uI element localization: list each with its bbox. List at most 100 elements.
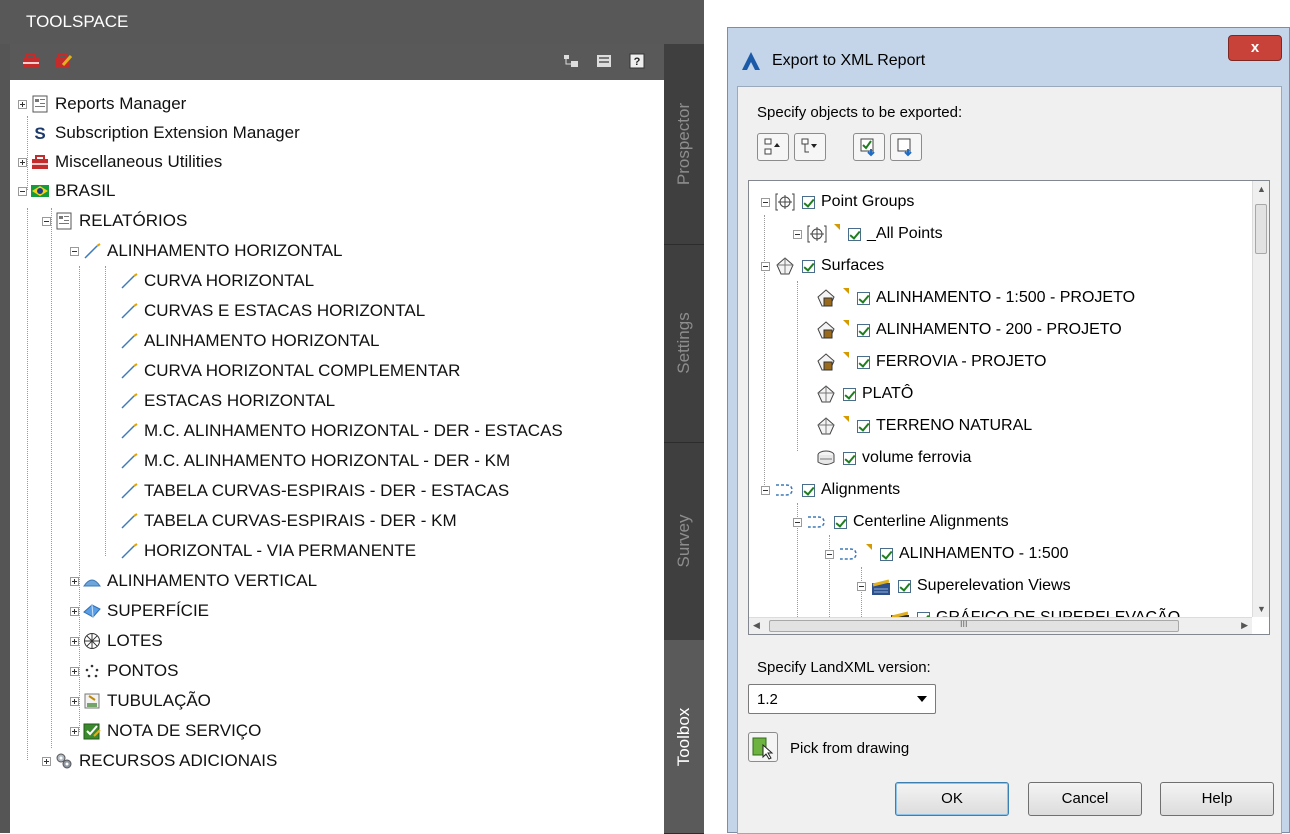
scroll-right-icon[interactable]: ▶ bbox=[1241, 620, 1248, 631]
tree-item-tubulacao[interactable]: TUBULAÇÃO bbox=[70, 686, 211, 716]
cancel-button[interactable]: Cancel bbox=[1028, 782, 1142, 816]
expand-toggle[interactable] bbox=[42, 756, 51, 766]
collapse-toggle[interactable] bbox=[857, 581, 866, 591]
expand-toggle[interactable] bbox=[70, 696, 79, 706]
help-icon[interactable]: ? bbox=[628, 53, 646, 69]
tree-item-horizontal-via-permanente[interactable]: HORIZONTAL - VIA PERMANENTE bbox=[120, 536, 416, 566]
checkbox[interactable] bbox=[880, 547, 893, 561]
tab-settings[interactable]: Settings bbox=[664, 244, 704, 443]
checkbox[interactable] bbox=[898, 579, 911, 593]
checkbox[interactable] bbox=[843, 451, 856, 465]
collapse-all-button[interactable] bbox=[757, 133, 789, 161]
checkbox[interactable] bbox=[802, 259, 815, 273]
help-button[interactable]: Help bbox=[1160, 782, 1274, 816]
tree-item-nota-de-servico[interactable]: NOTA DE SERVIÇO bbox=[70, 716, 261, 746]
tree-item-brasil[interactable]: BRASIL bbox=[18, 176, 115, 206]
tree-item-alinhamento-1-500[interactable]: ALINHAMENTO - 1:500 bbox=[825, 539, 1069, 569]
expand-toggle[interactable] bbox=[70, 636, 79, 646]
checkbox[interactable] bbox=[802, 195, 815, 209]
tree-item-ferrovia-projeto[interactable]: FERROVIA - PROJETO bbox=[815, 347, 1046, 377]
tree-item-curva-horizontal[interactable]: CURVA HORIZONTAL bbox=[120, 266, 314, 296]
checkbox[interactable] bbox=[857, 419, 870, 433]
tree-item-mc-alinhamento-der-estacas[interactable]: M.C. ALINHAMENTO HORIZONTAL - DER - ESTA… bbox=[120, 416, 563, 446]
tree-item-surfaces[interactable]: Surfaces bbox=[761, 251, 884, 281]
toolspace-titlebar[interactable]: TOOLSPACE bbox=[0, 0, 704, 44]
scroll-up-icon[interactable]: ▲ bbox=[1257, 184, 1266, 194]
tree-item-volume-ferrovia[interactable]: volume ferrovia bbox=[815, 443, 971, 473]
tree-item-point-groups[interactable]: Point Groups bbox=[761, 187, 914, 217]
tree-item-alignments[interactable]: Alignments bbox=[761, 475, 900, 505]
tree-item-alinhamento-horizontal[interactable]: ALINHAMENTO HORIZONTAL bbox=[70, 236, 343, 266]
scroll-down-icon[interactable]: ▼ bbox=[1257, 604, 1266, 614]
expand-toggle[interactable] bbox=[70, 726, 79, 736]
collapse-toggle[interactable] bbox=[70, 246, 79, 256]
tree-item-lotes[interactable]: LOTES bbox=[70, 626, 163, 656]
collapse-toggle[interactable] bbox=[761, 197, 770, 207]
dialog-titlebar[interactable]: Export to XML Report x bbox=[728, 28, 1290, 86]
checkbox[interactable] bbox=[843, 387, 856, 401]
toolspace-tabs: Prospector Settings Survey Toolbox bbox=[664, 44, 704, 834]
tree-item-superelevation-views[interactable]: Superelevation Views bbox=[857, 571, 1071, 601]
tree-item-mc-alinhamento-der-km[interactable]: M.C. ALINHAMENTO HORIZONTAL - DER - KM bbox=[120, 446, 510, 476]
tree-item-superficie[interactable]: SUPERFÍCIE bbox=[70, 596, 209, 626]
close-button[interactable]: x bbox=[1228, 35, 1282, 61]
tree-item-alinhamento-vertical[interactable]: ALINHAMENTO VERTICAL bbox=[70, 566, 317, 596]
tree-item-tabela-curvas-espirais-estacas[interactable]: TABELA CURVAS-ESPIRAIS - DER - ESTACAS bbox=[120, 476, 509, 506]
tab-toolbox[interactable]: Toolbox bbox=[664, 640, 704, 834]
expand-toggle[interactable] bbox=[70, 576, 79, 586]
tree-item-curva-horizontal-complementar[interactable]: CURVA HORIZONTAL COMPLEMENTAR bbox=[120, 356, 460, 386]
collapse-toggle[interactable] bbox=[793, 517, 802, 527]
checkbox[interactable] bbox=[848, 227, 861, 241]
expand-toggle[interactable] bbox=[70, 606, 79, 616]
checkbox[interactable] bbox=[834, 515, 847, 529]
tree-item-alinhamento-200-projeto[interactable]: ALINHAMENTO - 200 - PROJETO bbox=[815, 315, 1122, 345]
tree-item-miscellaneous-utilities[interactable]: Miscellaneous Utilities bbox=[18, 147, 222, 177]
tree-view-icon[interactable] bbox=[562, 53, 580, 69]
item-view-icon[interactable] bbox=[595, 53, 613, 69]
scrollbar-thumb[interactable]: III bbox=[769, 619, 1179, 632]
tree-item-pontos[interactable]: PONTOS bbox=[70, 656, 178, 686]
tree-item-alinhamento-horizontal-report[interactable]: ALINHAMENTO HORIZONTAL bbox=[120, 326, 380, 356]
checkbox[interactable] bbox=[857, 291, 870, 305]
tree-item-all-points[interactable]: _All Points bbox=[793, 219, 943, 249]
edit-toolbox-icon[interactable] bbox=[54, 53, 73, 69]
tree-item-recursos-adicionais[interactable]: RECURSOS ADICIONAIS bbox=[42, 746, 277, 776]
select-all-button[interactable] bbox=[853, 133, 885, 161]
collapse-toggle[interactable] bbox=[42, 216, 51, 226]
expand-toggle[interactable] bbox=[70, 666, 79, 676]
tree-item-reports-manager[interactable]: Reports Manager bbox=[18, 89, 186, 119]
collapse-toggle[interactable] bbox=[825, 549, 834, 559]
vertical-scrollbar[interactable]: ▲ ▼ bbox=[1252, 181, 1269, 617]
tree-item-estacas-horizontal[interactable]: ESTACAS HORIZONTAL bbox=[120, 386, 335, 416]
tree-item-tabela-curvas-espirais-km[interactable]: TABELA CURVAS-ESPIRAIS - DER - KM bbox=[120, 506, 457, 536]
collapse-toggle[interactable] bbox=[761, 261, 770, 271]
tab-prospector[interactable]: Prospector bbox=[664, 44, 704, 245]
tree-item-subscription-extension-manager[interactable]: S Subscription Extension Manager bbox=[31, 118, 299, 148]
horizontal-scrollbar[interactable]: ◀ III ▶ bbox=[749, 617, 1252, 634]
tree-item-centerline-alignments[interactable]: Centerline Alignments bbox=[793, 507, 1009, 537]
landxml-version-select[interactable]: 1.2 bbox=[748, 684, 936, 714]
collapse-toggle[interactable] bbox=[18, 186, 27, 196]
collapse-toggle[interactable] bbox=[761, 485, 770, 495]
tree-item-curvas-e-estacas-horizontal[interactable]: CURVAS E ESTACAS HORIZONTAL bbox=[120, 296, 425, 326]
ok-button[interactable]: OK bbox=[895, 782, 1009, 816]
tree-item-label: Miscellaneous Utilities bbox=[55, 152, 223, 171]
scroll-left-icon[interactable]: ◀ bbox=[753, 620, 760, 631]
pick-from-drawing-button[interactable] bbox=[748, 732, 778, 762]
tree-item-alinhamento-1-500-projeto[interactable]: ALINHAMENTO - 1:500 - PROJETO bbox=[815, 283, 1135, 313]
expand-toggle[interactable] bbox=[18, 99, 27, 109]
expand-toggle[interactable] bbox=[18, 157, 27, 167]
checkbox[interactable] bbox=[857, 323, 870, 337]
expand-all-button[interactable] bbox=[794, 133, 826, 161]
checkbox[interactable] bbox=[857, 355, 870, 369]
toolbox-icon[interactable] bbox=[22, 53, 40, 69]
tree-item-terreno-natural[interactable]: TERRENO NATURAL bbox=[815, 411, 1032, 441]
tab-survey[interactable]: Survey bbox=[664, 442, 704, 641]
checkbox[interactable] bbox=[802, 483, 815, 497]
tree-item-relatorios[interactable]: RELATÓRIOS bbox=[42, 206, 187, 236]
toolspace-toolbar: ? bbox=[10, 44, 664, 80]
export-objects-tree[interactable]: Point Groups _All Points Surfaces ALINHA… bbox=[748, 180, 1270, 635]
tree-item-plato[interactable]: PLATÔ bbox=[815, 379, 913, 409]
clear-all-button[interactable] bbox=[890, 133, 922, 161]
scrollbar-thumb[interactable] bbox=[1255, 204, 1267, 254]
